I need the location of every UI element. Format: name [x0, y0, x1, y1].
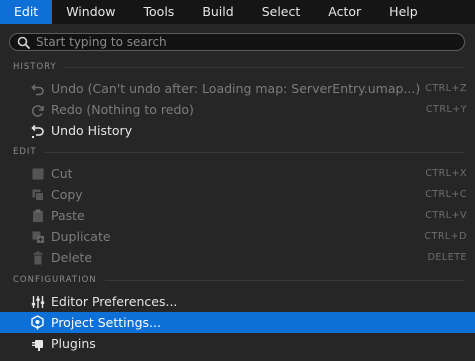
search-input[interactable]: [36, 34, 456, 50]
paste-icon: [30, 208, 45, 223]
menu-window[interactable]: Window: [52, 0, 129, 24]
delete-icon: [30, 250, 45, 265]
menu-item-project-settings[interactable]: Project Settings...: [0, 312, 475, 333]
duplicate-icon: [30, 229, 45, 244]
menu-select[interactable]: Select: [248, 0, 315, 24]
menu-item-label: Copy: [51, 187, 83, 202]
section-history: HISTORY: [13, 60, 465, 74]
shortcut-label: CTRL+X: [425, 168, 467, 179]
plug-icon: [30, 336, 45, 351]
menu-item-label: Redo (Nothing to redo): [51, 102, 194, 117]
menu-item-editor-preferences[interactable]: Editor Preferences...: [0, 291, 475, 312]
menu-item-undo-history[interactable]: Undo History: [0, 120, 475, 141]
section-divider: [104, 279, 465, 281]
section-edit: EDIT: [13, 145, 465, 159]
shortcut-label: CTRL+V: [425, 210, 467, 221]
search-icon: [17, 36, 30, 49]
menu-item-paste[interactable]: Paste CTRL+V: [0, 205, 475, 226]
shortcut-label: CTRL+Y: [425, 104, 467, 115]
edit-menu-dropdown: HISTORY Undo (Can't undo after: Loading …: [0, 24, 475, 361]
shortcut-label: CTRL+C: [425, 189, 467, 200]
menu-item-cut[interactable]: Cut CTRL+X: [0, 163, 475, 184]
menu-edit[interactable]: Edit: [0, 0, 53, 24]
menu-item-redo[interactable]: Redo (Nothing to redo) CTRL+Y: [0, 99, 475, 120]
menu-tools[interactable]: Tools: [130, 0, 189, 24]
menu-actor[interactable]: Actor: [314, 0, 375, 24]
cut-icon: [30, 166, 45, 181]
menu-bar: Edit Window Tools Build Select Actor Hel…: [0, 0, 475, 24]
project-settings-icon: [30, 315, 45, 330]
menu-help[interactable]: Help: [375, 0, 432, 24]
search-box[interactable]: [9, 33, 465, 51]
menu-build[interactable]: Build: [188, 0, 247, 24]
shortcut-label: CTRL+Z: [425, 83, 467, 94]
menu-item-plugins[interactable]: Plugins: [0, 333, 475, 354]
section-divider: [64, 66, 465, 68]
menu-item-label: Plugins: [51, 336, 96, 351]
shortcut-label: CTRL+D: [424, 231, 467, 242]
menu-item-undo[interactable]: Undo (Can't undo after: Loading map: Ser…: [0, 78, 475, 99]
menu-item-label: Paste: [51, 208, 85, 223]
shortcut-label: DELETE: [427, 252, 467, 263]
menu-item-label: Project Settings...: [51, 315, 161, 330]
section-edit-label: EDIT: [13, 147, 37, 157]
menu-item-label: Editor Preferences...: [51, 294, 178, 309]
undo-history-icon: [30, 123, 45, 138]
menu-item-label: Undo History: [51, 123, 133, 138]
copy-icon: [30, 187, 45, 202]
section-history-label: HISTORY: [13, 62, 57, 72]
section-configuration-label: CONFIGURATION: [13, 275, 97, 285]
menu-item-label: Duplicate: [51, 229, 111, 244]
undo-icon: [30, 81, 45, 96]
menu-item-label: Delete: [51, 250, 93, 265]
menu-item-duplicate[interactable]: Duplicate CTRL+D: [0, 226, 475, 247]
menu-item-delete[interactable]: Delete DELETE: [0, 247, 475, 268]
menu-item-label: Cut: [51, 166, 73, 181]
sliders-icon: [30, 294, 45, 309]
redo-icon: [30, 102, 45, 117]
section-configuration: CONFIGURATION: [13, 273, 465, 287]
section-divider: [44, 151, 465, 153]
menu-item-copy[interactable]: Copy CTRL+C: [0, 184, 475, 205]
menu-item-label: Undo (Can't undo after: Loading map: Ser…: [51, 81, 421, 96]
